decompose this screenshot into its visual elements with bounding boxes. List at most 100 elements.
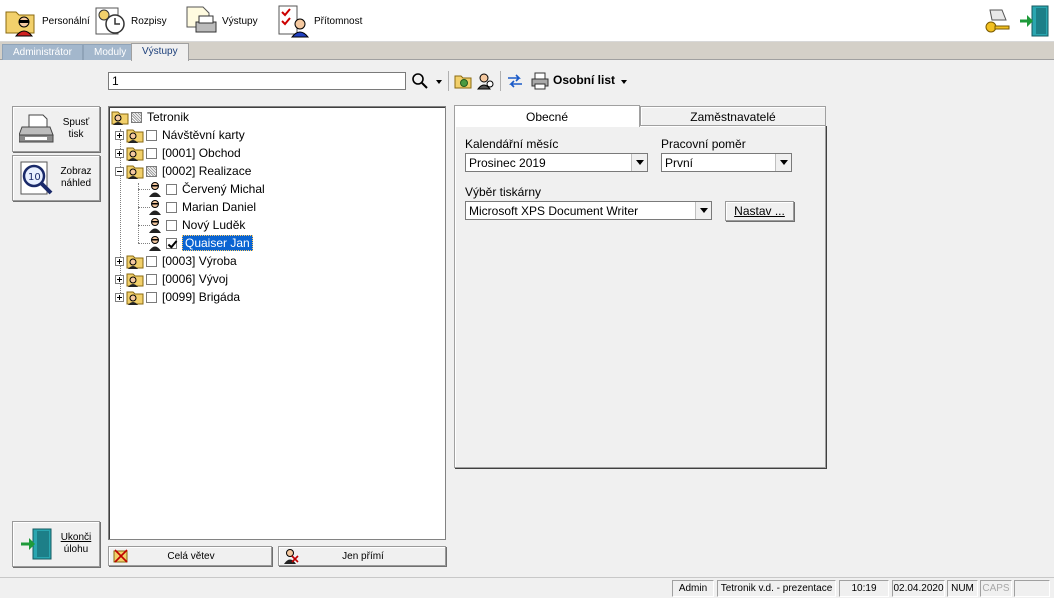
tree-node[interactable]: [0001] Obchod [115,144,241,162]
tree-node-label: Červený Michal [182,182,265,196]
folder-person-icon [111,111,129,125]
preview-button[interactable]: 10 Zobraz náhled [12,155,100,201]
month-select[interactable]: Prosinec 2019 [465,153,648,172]
person-search-icon[interactable] [477,72,495,90]
printer-select[interactable]: Microsoft XPS Document Writer [465,201,712,220]
preview-button-label: Zobraz náhled [60,166,92,189]
whole-branch-button[interactable]: Celá větev [108,546,272,566]
chevron-down-icon[interactable] [695,202,711,219]
clock-schedule-icon [95,7,125,35]
folder-person-icon [126,165,144,179]
tree-checkbox[interactable] [146,255,157,267]
tree-expand-toggle[interactable] [115,148,124,158]
tree-node-label: [0001] Obchod [162,146,241,160]
tree-connector [138,183,139,243]
tree-checkbox[interactable] [146,273,157,285]
tree-expand-toggle[interactable] [115,274,124,284]
tree-node-person-selected[interactable]: Quaiser Jan [147,234,253,252]
chevron-down-icon[interactable] [631,154,647,171]
tree-node[interactable]: [0002] Realizace [115,162,251,180]
exit-task-button[interactable]: Ukonči úlohu [12,521,100,567]
folder-refresh-icon[interactable] [454,72,472,90]
tree-node-person[interactable]: Červený Michal [147,180,265,198]
person-icon [149,236,161,251]
tree-checkbox[interactable] [166,201,177,213]
person-icon [149,182,161,197]
tree-node[interactable]: [0099] Brigáda [115,288,240,306]
printer-setup-button[interactable]: Nastav ... [725,201,794,221]
tree-node-person[interactable]: Nový Luděk [147,216,245,234]
search-dropdown-arrow-icon[interactable] [435,79,443,85]
tree-node-label: Nový Luděk [182,218,246,232]
folder-person-icon [5,11,35,37]
key-icon[interactable] [982,6,1012,36]
tree-node-person[interactable]: Marian Daniel [147,198,256,216]
toolbar-vystupy-button[interactable]: Výstupy [184,2,258,40]
tab-zamestnavatele[interactable]: Zaměstnavatelé [640,106,826,126]
tree-node[interactable]: Návštěvní karty [115,126,245,144]
tree-checkbox[interactable] [146,165,157,177]
tree-expand-toggle[interactable] [115,256,124,266]
tab-vystupy[interactable]: Výstupy [131,43,189,61]
settings-panel: Kalendářní měsíc Prosinec 2019 Pracovní … [454,125,826,468]
search-input[interactable] [108,72,406,90]
person-icon [149,200,161,215]
status-empty-cell [1014,580,1050,597]
chevron-down-icon[interactable] [775,154,791,171]
employment-label: Pracovní poměr [661,137,746,151]
person-icon [149,218,161,233]
toolbar-personalni-button[interactable]: Personální [4,2,90,40]
print-button[interactable]: Spusť tisk [12,106,100,152]
tab-obecne[interactable]: Obecné [454,105,640,127]
folder-person-icon [126,255,144,269]
tree-root[interactable]: Tetronik [111,108,189,126]
tree-checkbox[interactable] [166,183,177,195]
status-caps: CAPS [980,580,1012,597]
tree-checkbox[interactable] [131,111,142,123]
folder-person-icon [126,129,144,143]
toolbar-pritomnost-button[interactable]: Přítomnost [276,2,362,40]
exit-door-icon[interactable] [1018,4,1050,38]
tab-administrator[interactable]: Administrátor [2,44,83,60]
report-dropdown-arrow-icon[interactable] [620,79,628,85]
report-selector[interactable]: Osobní list [553,73,615,87]
tree-node[interactable]: [0003] Výroba [115,252,237,270]
checklist-person-icon [278,5,310,38]
status-bar: Admin Tetronik v.d. - prezentace 10:19 0… [0,577,1054,598]
printer-value: Microsoft XPS Document Writer [469,204,639,218]
employment-value: První [665,156,694,170]
tree-collapse-toggle[interactable] [115,166,124,176]
print-button-label: Spusť tisk [62,117,90,140]
tree-node[interactable]: [0006] Vývoj [115,270,228,288]
tree-checkbox[interactable] [166,219,177,231]
toolbar-label: Personální [42,15,90,27]
toolbar-label: Přítomnost [314,15,363,27]
tree-node-label: Marian Daniel [182,200,257,214]
search-icon[interactable] [411,72,429,90]
folder-person-icon [126,147,144,161]
tree-checkbox[interactable] [146,291,157,303]
tree-checkbox[interactable] [146,129,157,141]
folder-person-icon [126,273,144,287]
tree-expand-toggle[interactable] [115,130,124,140]
month-label: Kalendářní měsíc [465,137,559,151]
printer-setup-label: Nastav ... [734,204,785,218]
organization-tree[interactable]: Tetronik Návštěvní karty [0001] Obchod [… [108,106,446,540]
tree-node-label: Quaiser Jan [182,235,253,251]
tab-moduly[interactable]: Moduly [83,44,138,60]
person-select-icon [284,549,299,564]
printer-label: Výběr tiskárny [465,185,542,199]
toolbar-rozpisy-button[interactable]: Rozpisy [93,2,167,40]
tree-expand-toggle[interactable] [115,292,124,302]
tree-checkbox[interactable] [146,147,157,159]
exit-door-icon [21,528,52,560]
tree-checkbox[interactable] [166,237,177,249]
direct-only-button[interactable]: Jen přímí [278,546,446,566]
employment-select[interactable]: První [661,153,792,172]
printer-icon [19,114,54,143]
swap-arrows-icon[interactable] [506,72,524,90]
toolbar-label: Rozpisy [131,15,167,27]
tree-node-label: Návštěvní karty [162,128,245,142]
tree-node-label: [0006] Vývoj [162,272,229,286]
main-toolbar: Personální Rozpisy Výstupy Přítomnost [0,0,1054,42]
